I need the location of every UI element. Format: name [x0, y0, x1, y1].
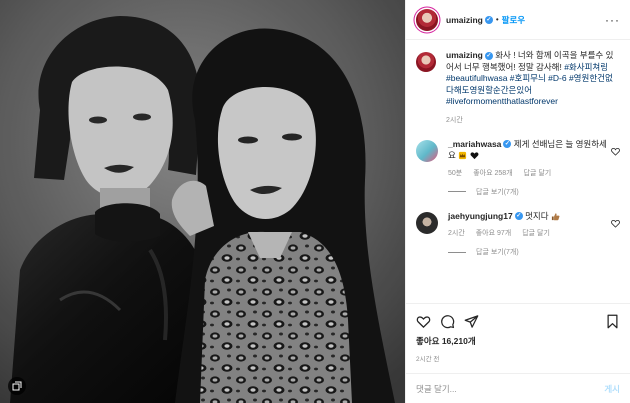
post-header: umaizing ✓ • 팔로우 ··· [406, 0, 630, 40]
instagram-post: umaizing ✓ • 팔로우 ··· umaizing ✓ 화사 ! 너와 함… [0, 0, 630, 403]
comment-bubble-icon[interactable] [440, 314, 455, 329]
caption-text: umaizing ✓ 화사 ! 너와 함께 이곡을 부를수 있어서 너무 행복했어… [446, 50, 616, 108]
comment-text: _mariahwasa ✓ 제게 선배님은 늘 영원하세요 [448, 139, 608, 162]
view-replies-button[interactable]: 답글 보기(7개) [448, 247, 608, 257]
comment-body: 멋지다 [522, 210, 549, 221]
avatar[interactable] [416, 8, 438, 31]
comment-item: _mariahwasa ✓ 제게 선배님은 늘 영원하세요 50분 좋아요 258… [416, 139, 620, 197]
comment-username[interactable]: jaehyungjung17 [448, 211, 513, 221]
black-heart-emoji-icon [470, 152, 479, 160]
bookmark-icon[interactable] [605, 314, 620, 329]
comment-likes[interactable]: 좋아요 258개 [473, 170, 512, 177]
comment-username[interactable]: _mariahwasa [448, 139, 501, 149]
multiple-photos-icon[interactable] [8, 377, 26, 395]
reply-button[interactable]: 답글 달기 [522, 230, 550, 237]
follow-button[interactable]: 팔로우 [502, 14, 525, 26]
header-username[interactable]: umaizing [446, 15, 483, 25]
like-count[interactable]: 좋아요 16,210개 [416, 335, 620, 347]
comment-time: 2시간 [448, 230, 465, 237]
like-comment-heart-icon[interactable] [611, 219, 620, 228]
commenter-avatar[interactable] [416, 211, 438, 234]
action-bar [416, 312, 620, 330]
caption-meta: 2시간 [446, 115, 616, 125]
caption-username[interactable]: umaizing [446, 50, 483, 60]
share-paper-plane-icon[interactable] [464, 314, 479, 329]
post-side-panel: umaizing ✓ • 팔로우 ··· umaizing ✓ 화사 ! 너와 함… [405, 0, 630, 403]
like-heart-icon[interactable] [416, 314, 431, 329]
post-timestamp: 2시간 전 [416, 356, 440, 363]
comment-meta: 2시간 좋아요 97개 답글 달기 [448, 228, 608, 238]
caption-avatar[interactable] [416, 52, 436, 72]
reply-button[interactable]: 답글 달기 [524, 170, 552, 177]
like-comment-heart-icon[interactable] [611, 147, 620, 156]
view-replies-button[interactable]: 답글 보기(7개) [448, 187, 608, 197]
comments-section[interactable]: umaizing ✓ 화사 ! 너와 함께 이곡을 부를수 있어서 너무 행복했어… [406, 40, 630, 303]
commenter-avatar[interactable] [416, 139, 438, 162]
more-options-icon[interactable]: ··· [605, 13, 620, 27]
verified-badge-icon: ✓ [484, 51, 493, 60]
comment-likes[interactable]: 좋아요 97개 [476, 230, 512, 237]
verified-badge-icon: ✓ [514, 212, 523, 221]
caption-time: 2시간 [446, 116, 463, 124]
thumbs-up-emoji-icon [551, 213, 560, 221]
post-caption: umaizing ✓ 화사 ! 너와 함께 이곡을 부를수 있어서 너무 행복했어… [416, 50, 620, 125]
comment-time: 50분 [448, 169, 463, 177]
post-actions: 좋아요 16,210개 2시간 전 [406, 303, 630, 373]
post-photo[interactable] [0, 0, 405, 403]
comment-text: jaehyungjung17 ✓ 멋지다 [448, 211, 608, 223]
photo-image [0, 0, 405, 403]
comment-item: jaehyungjung17 ✓ 멋지다 2시간 좋아요 97개 답글 달기 답글… [416, 211, 620, 258]
verified-badge-icon: ✓ [484, 15, 493, 24]
post-comment-button[interactable]: 게시 [604, 383, 620, 395]
comment-meta: 50분 좋아요 258개 답글 달기 [448, 168, 608, 178]
separator-dot: • [495, 15, 499, 24]
crown-emoji-icon [459, 152, 467, 160]
add-comment-bar: 게시 [406, 373, 630, 403]
add-comment-input[interactable] [416, 383, 605, 394]
